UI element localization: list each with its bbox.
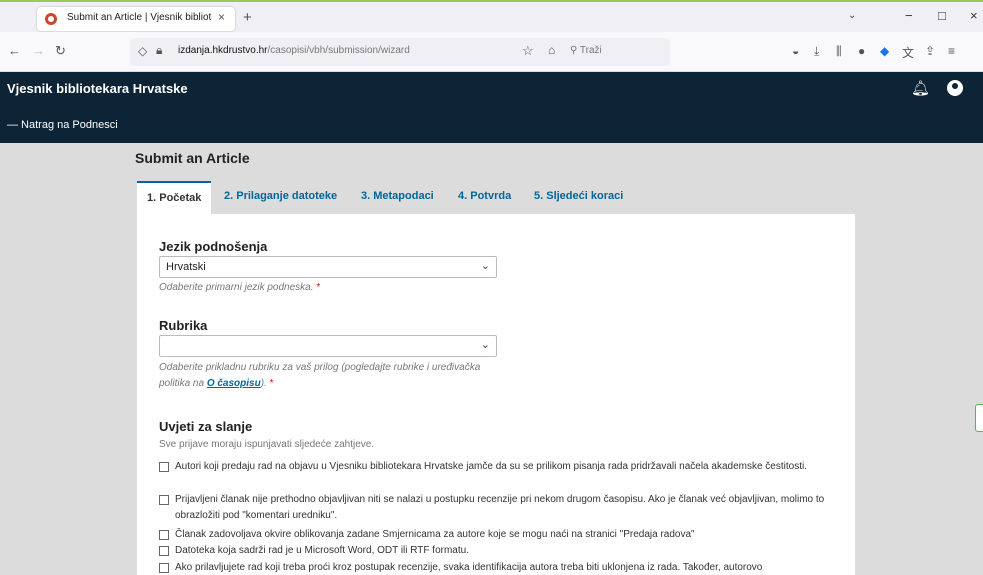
extension-icon[interactable]: ● [858,44,865,58]
home-icon[interactable]: ⌂ [548,43,555,57]
forward-arrow-icon[interactable]: → [32,43,45,58]
new-tab-button[interactable]: + [243,9,252,26]
requirement-item[interactable]: Autori koji predaju rad na objavu u Vjes… [159,459,839,475]
requirement-item[interactable]: Datoteka koja sadrži rad je u Microsoft … [159,543,839,559]
tab-metadata[interactable]: 3. Metapodaci [351,181,444,214]
tab-confirmation[interactable]: 4. Potvrda [448,181,521,214]
site-header: Vjesnik bibliotekara Hrvatske — Natrag n… [0,72,983,143]
url-text[interactable]: izdanja.hkdrustvo.hr/casopisi/vbh/submis… [178,45,410,56]
tab-upload-files[interactable]: 2. Prilaganje datoteke [214,181,347,214]
section-label: Rubrika [159,318,208,333]
side-widget-tab[interactable] [975,404,983,432]
browser-tab-strip: Submit an Article | Vjesnik bibliotek… ×… [0,0,983,32]
requirement-checkbox[interactable] [159,530,169,540]
wizard-panel: Jezik podnošenja Hrvatski ⌄ Odaberite pr… [137,214,855,575]
requirement-item[interactable]: Članak zadovoljava okvire oblikovanja za… [159,527,839,543]
chevron-down-icon: ⌄ [480,260,490,272]
language-help: Odaberite primarni jezik podneska. * [159,282,321,293]
site-favicon-icon [45,13,57,25]
page-body: Submit an Article 1. Početak 2. Prilagan… [0,143,983,575]
bookmark-star-icon[interactable]: ☆ [522,43,534,59]
tracking-shield-icon[interactable]: ◇ [138,44,147,58]
pocket-icon[interactable]: ◒ [792,44,799,58]
requirement-checkbox[interactable] [159,495,169,505]
tab-next-steps[interactable]: 5. Sljedeći koraci [524,181,633,214]
language-label: Jezik podnošenja [159,239,268,254]
vpn-extension-icon[interactable]: ◆ [880,44,889,58]
language-select[interactable]: Hrvatski ⌄ [159,256,497,278]
requirement-checkbox[interactable] [159,462,169,472]
back-arrow-icon[interactable]: ← [8,43,21,58]
reload-icon[interactable]: ↻ [55,43,66,59]
tab-close-icon[interactable]: × [218,10,225,24]
window-close-button[interactable]: × [970,8,978,23]
share-icon[interactable]: ⇪ [925,44,935,58]
journal-title[interactable]: Vjesnik bibliotekara Hrvatske [7,81,188,96]
requirements-label: Uvjeti za slanje [159,419,253,434]
minimize-button[interactable]: − [905,8,913,23]
browser-tab[interactable]: Submit an Article | Vjesnik bibliotek… × [37,7,235,31]
tab-start[interactable]: 1. Početak [137,181,212,214]
search-field[interactable]: ⚲ Traži [570,45,602,56]
user-account-icon[interactable] [947,80,963,96]
about-journal-link[interactable]: O časopisu [207,378,261,389]
browser-tab-title: Submit an Article | Vjesnik bibliotek… [67,12,212,23]
requirement-item[interactable]: Ako prilavljujete rad koji treba proći k… [159,560,839,575]
section-select[interactable]: ⌄ [159,335,497,357]
address-bar[interactable]: ◇ 🔒︎ izdanja.hkdrustvo.hr/casopisi/vbh/s… [130,38,670,66]
translate-icon[interactable]: 文 [902,44,914,61]
requirements-subtitle: Sve prijave moraju ispunjavati sljedeće … [159,439,375,450]
library-icon[interactable]: ⫼ [836,44,842,59]
requirement-item[interactable]: Prijavljeni članak nije prethodno objavl… [159,492,839,524]
requirement-checkbox[interactable] [159,563,169,573]
requirement-checkbox[interactable] [159,546,169,556]
list-all-tabs-icon[interactable]: ⌄ [848,10,856,21]
section-help: Odaberite prikladnu rubriku za vaš prilo… [159,362,481,389]
menu-icon[interactable]: ≡ [948,44,955,58]
notifications-bell-icon[interactable]: 🔔︎ [911,79,930,97]
language-select-value: Hrvatski [166,261,206,273]
back-to-submissions-link[interactable]: — Natrag na Podnesci [7,119,118,131]
browser-navigation-bar: ← → ↻ ◇ 🔒︎ izdanja.hkdrustvo.hr/casopisi… [0,32,983,72]
maximize-button[interactable]: □ [938,8,946,23]
lock-icon[interactable]: 🔒︎ [156,43,162,58]
chevron-down-icon: ⌄ [480,339,490,351]
downloads-icon[interactable]: ⤓ [814,44,819,59]
page-title: Submit an Article [135,150,250,166]
